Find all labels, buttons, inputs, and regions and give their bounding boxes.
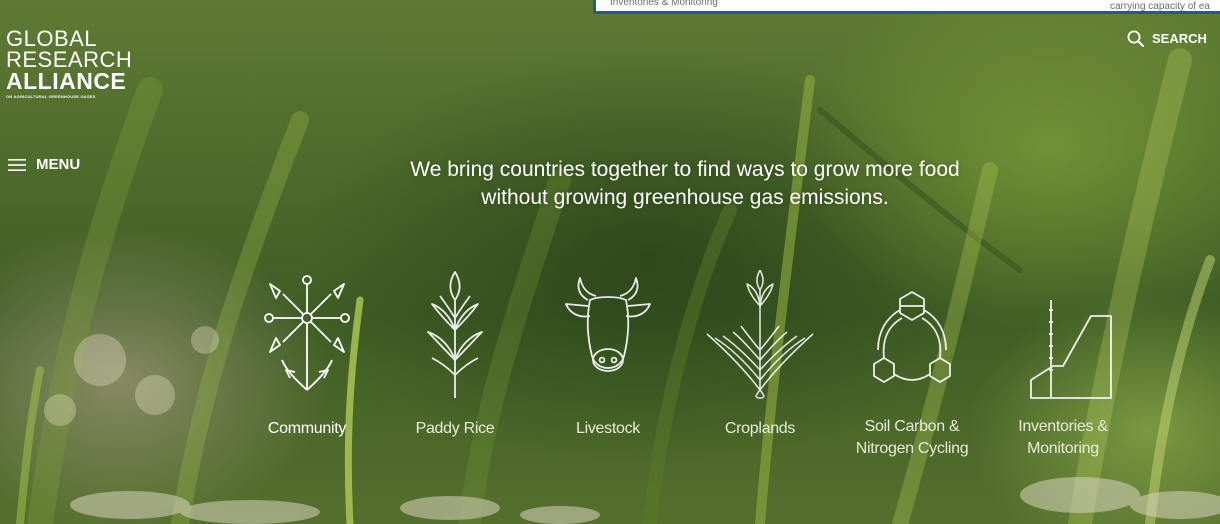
site-logo[interactable]: GLOBAL RESEARCH ALLIANCE ON AGRICULTURAL… bbox=[6, 26, 133, 100]
search-label: SEARCH bbox=[1152, 31, 1207, 46]
category-inventories[interactable]: Inventories & Monitoring bbox=[983, 270, 1143, 457]
category-label: Croplands bbox=[724, 420, 796, 437]
community-icon bbox=[264, 275, 350, 391]
category-label: Paddy Rice bbox=[415, 420, 495, 437]
category-label: Community bbox=[267, 420, 347, 437]
category-label: Soil Carbon & Nitrogen Cycling bbox=[832, 416, 992, 460]
croplands-icon bbox=[706, 270, 814, 399]
category-community[interactable]: Community bbox=[227, 270, 387, 437]
category-label: Livestock bbox=[576, 420, 640, 437]
hamburger-icon bbox=[8, 158, 26, 171]
logo-line-research: RESEARCH bbox=[6, 47, 133, 72]
livestock-icon bbox=[565, 277, 651, 372]
category-label-line-2: Monitoring bbox=[1027, 440, 1099, 457]
category-label: Inventories & Monitoring bbox=[983, 416, 1143, 460]
dropdown-snippet-text: carrying capacity of ea bbox=[1109, 1, 1210, 12]
category-label-line-1: Soil Carbon & bbox=[864, 418, 960, 435]
category-livestock[interactable]: Livestock bbox=[528, 270, 688, 437]
search-suggestion-dropdown[interactable]: Inventories & Monitoring carrying capaci… bbox=[593, 0, 1220, 14]
dropdown-suggestion-text[interactable]: Inventories & Monitoring bbox=[610, 0, 718, 8]
logo-line-alliance: ALLIANCE bbox=[6, 68, 127, 94]
menu-button[interactable]: MENU bbox=[8, 156, 80, 173]
category-label-line-1: Inventories & bbox=[1018, 418, 1108, 435]
inventories-icon bbox=[1030, 300, 1112, 399]
logo-line-subtitle: ON AGRICULTURAL GREENHOUSE GASES bbox=[6, 94, 96, 99]
paddy-rice-icon bbox=[427, 271, 483, 398]
hero-tagline: We bring countries together to find ways… bbox=[330, 156, 1040, 212]
soil-carbon-icon bbox=[873, 291, 951, 383]
tagline-line-2: without growing greenhouse gas emissions… bbox=[481, 186, 889, 209]
search-icon bbox=[1127, 30, 1144, 47]
search-button[interactable]: SEARCH bbox=[1127, 30, 1207, 47]
category-label-line-2: Nitrogen Cycling bbox=[855, 440, 969, 457]
category-soil-carbon[interactable]: Soil Carbon & Nitrogen Cycling bbox=[832, 270, 992, 457]
category-croplands[interactable]: Croplands bbox=[680, 270, 840, 437]
menu-label: MENU bbox=[36, 156, 81, 173]
tagline-line-1: We bring countries together to find ways… bbox=[410, 158, 960, 181]
category-paddy-rice[interactable]: Paddy Rice bbox=[375, 270, 535, 437]
logo-line-global: GLOBAL bbox=[6, 26, 98, 51]
